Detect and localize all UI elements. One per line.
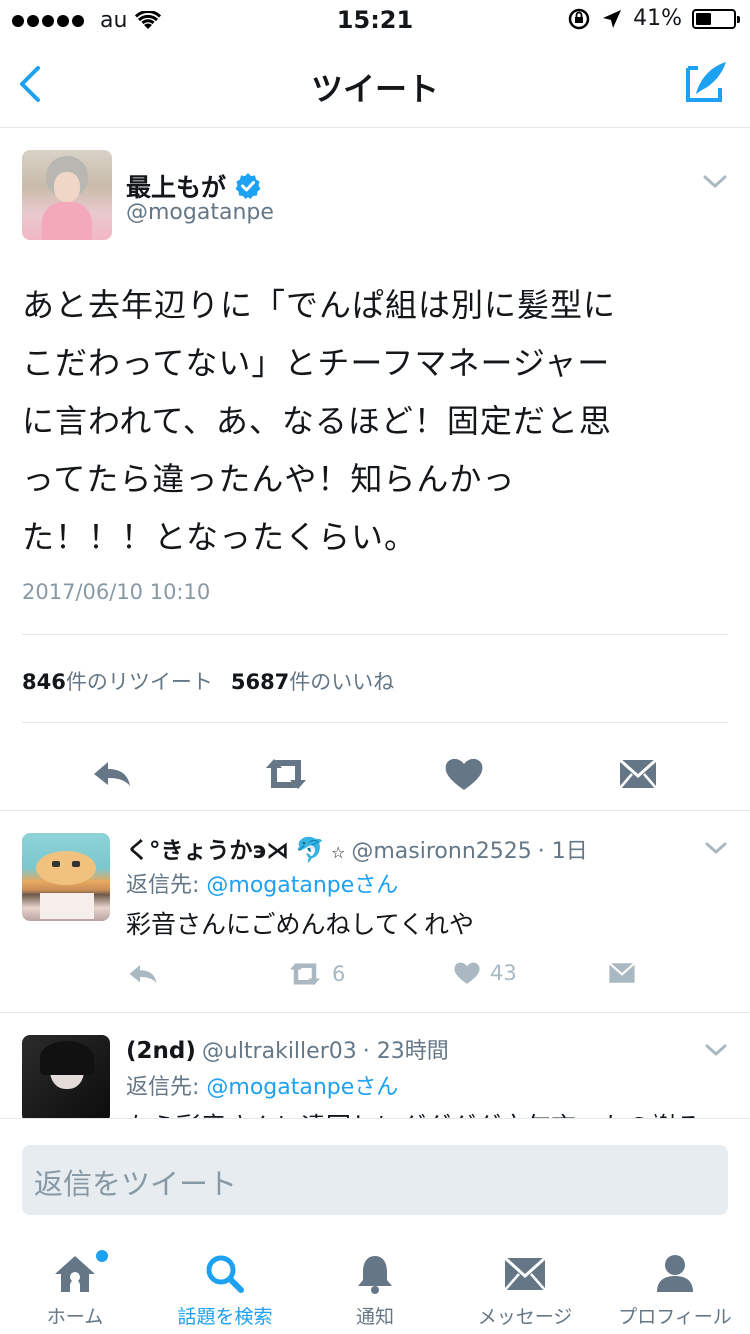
tweet-text-line: あと去年辺りに「でんぱ組は別に髪型に	[22, 286, 617, 324]
direct-message-icon[interactable]	[616, 754, 660, 794]
tab-search[interactable]: 話題を検索	[150, 1240, 300, 1334]
like-stat[interactable]: 5687件のいいね	[231, 670, 394, 694]
mail-icon	[503, 1256, 547, 1291]
reply-to-suffix: さん	[354, 1075, 399, 1100]
reply-time: · 1日	[537, 839, 588, 864]
bell-icon	[358, 1256, 392, 1294]
tab-label: プロフィール	[618, 1306, 732, 1328]
tab-profile[interactable]: プロフィール	[600, 1240, 750, 1334]
tweet-actions	[0, 736, 750, 818]
reply-tweet[interactable]: く°きょうかэ⋊ 🐬 ☆ @masironn2525 · 1日 返信先: @mo…	[0, 810, 750, 1010]
tweet-text: あと去年辺りに「でんぱ組は別に髪型に こだわってない」とチーフマネージャー に言…	[22, 276, 728, 566]
status-bar: au 15:21 41%	[0, 0, 750, 42]
star-glyph: ☆	[331, 843, 346, 862]
reply-icon	[129, 965, 157, 983]
retweet-icon	[290, 962, 320, 986]
user-name-row[interactable]: 最上もが	[126, 168, 262, 204]
tweet-timestamp: 2017/06/10 10:10	[22, 580, 211, 604]
reply-user-name[interactable]: (2nd)	[126, 1038, 196, 1064]
tab-label: 話題を検索	[177, 1306, 273, 1328]
reply-user-handle[interactable]: @ultrakiller03	[202, 1039, 357, 1064]
reply-to-line: 返信先: @mogatanpeさん	[126, 867, 398, 899]
tab-label: 通知	[355, 1306, 394, 1328]
chevron-down-icon[interactable]	[704, 841, 728, 855]
rotation-lock-icon	[568, 8, 590, 29]
tweet-text-line: こだわってない」とチーフマネージャー	[22, 344, 611, 382]
tab-bar: ホーム 話題を検索 通知 メッセージ プロフィール	[0, 1240, 750, 1334]
reply-icon[interactable]	[90, 754, 134, 794]
reply-to-mention[interactable]: @mogatanpe	[206, 1075, 354, 1100]
tab-messages[interactable]: メッセージ	[450, 1240, 600, 1334]
tab-label: メッセージ	[477, 1306, 573, 1328]
heart-icon[interactable]	[442, 754, 486, 794]
tweet-text-line: ってたら違ったんや！知らんかっ	[22, 460, 516, 498]
location-arrow-icon	[603, 9, 622, 28]
message-button[interactable]	[606, 959, 638, 987]
battery-icon	[692, 8, 740, 29]
reply-header: く°きょうかэ⋊ 🐬 ☆ @masironn2525 · 1日	[126, 831, 588, 865]
like-button[interactable]: 43	[452, 959, 517, 987]
home-icon	[55, 1256, 95, 1292]
reply-user-name[interactable]: く°きょうかэ⋊	[126, 831, 289, 865]
reply-time: · 23時間	[362, 1039, 449, 1064]
notification-dot	[96, 1250, 108, 1262]
direct-message-icon	[608, 962, 636, 983]
retweet-count: 6	[332, 962, 346, 986]
reply-text: 彩音さんにごめんねしてくれや	[126, 910, 475, 939]
like-count: 43	[490, 961, 517, 985]
tweet-stats: 846件のリツイート 5687件のいいね	[22, 666, 394, 696]
battery-percent: 41%	[633, 6, 682, 31]
status-right: 41%	[567, 6, 740, 31]
avatar[interactable]	[22, 150, 112, 240]
tab-label: ホーム	[46, 1306, 104, 1328]
user-handle[interactable]: @mogatanpe	[126, 200, 274, 225]
retweet-stat[interactable]: 846件のリツイート	[22, 670, 213, 694]
reply-tweet[interactable]: (2nd) @ultrakiller03 · 23時間 返信先: @mogata…	[0, 1012, 750, 1118]
divider	[22, 634, 728, 635]
retweet-icon[interactable]	[262, 754, 310, 794]
reply-composer-bar: 返信をツイート	[0, 1118, 750, 1240]
reply-button[interactable]	[126, 959, 160, 989]
reply-input[interactable]: 返信をツイート	[22, 1145, 728, 1215]
person-icon	[657, 1255, 693, 1292]
reply-to-line: 返信先: @mogatanpeさん	[126, 1069, 398, 1101]
reply-actions: 6 43	[126, 959, 686, 993]
retweet-count-label: 件のリツイート	[65, 670, 213, 694]
reply-to-suffix: さん	[354, 873, 399, 898]
reply-user-handle[interactable]: @masironn2525	[351, 839, 531, 864]
tab-notifications[interactable]: 通知	[300, 1240, 450, 1334]
heart-icon	[454, 962, 480, 984]
tab-home[interactable]: ホーム	[0, 1240, 150, 1334]
reply-to-prefix: 返信先:	[126, 1075, 207, 1100]
reply-header: (2nd) @ultrakiller03 · 23時間	[126, 1033, 449, 1065]
avatar[interactable]	[22, 833, 110, 921]
reply-text: なら彩音さんに遠回しにグダグダ文句言ったの謝る	[126, 1107, 701, 1118]
like-count: 5687	[230, 670, 290, 694]
like-count-label: 件のいいね	[289, 670, 395, 694]
compose-icon[interactable]	[682, 58, 730, 106]
retweet-button[interactable]: 6	[286, 959, 345, 989]
navigation-bar: ツイート	[0, 42, 750, 128]
reply-to-mention[interactable]: @mogatanpe	[206, 873, 354, 898]
divider	[22, 722, 728, 723]
search-icon	[206, 1255, 244, 1293]
battery-level	[696, 12, 711, 25]
chevron-down-icon[interactable]	[704, 1043, 728, 1057]
user-name[interactable]: 最上もが	[126, 168, 226, 204]
verified-badge-icon	[235, 173, 261, 199]
page-title: ツイート	[310, 70, 439, 108]
avatar[interactable]	[22, 1035, 110, 1118]
reply-to-prefix: 返信先:	[126, 873, 207, 898]
dolphin-emoji: 🐬	[295, 836, 326, 864]
chevron-down-icon[interactable]	[702, 174, 728, 190]
tweet-text-line: た！！！となったくらい。	[22, 518, 418, 556]
tweet-text-line: に言われて、あ、なるほど！固定だと思	[22, 402, 612, 440]
retweet-count: 846	[22, 670, 66, 694]
